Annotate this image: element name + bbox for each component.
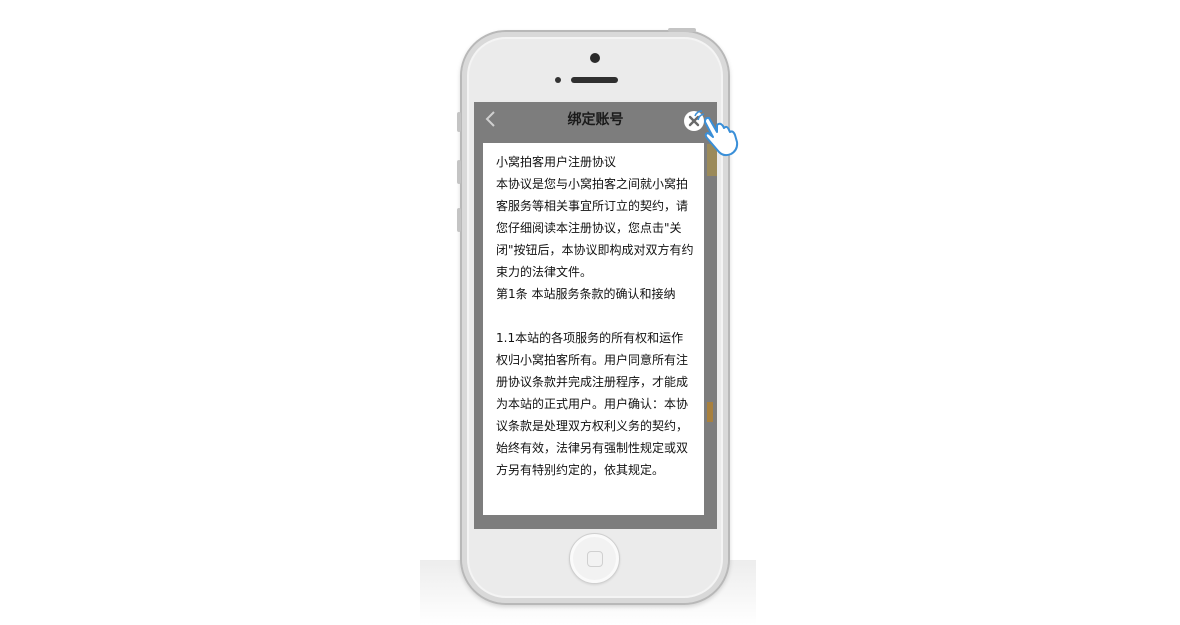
- volume-down-button: [457, 208, 461, 232]
- agreement-paragraph: 1.1本站的各项服务的所有权和运作权归小窝拍客所有。用户同意所有注册协议条款并完…: [496, 331, 689, 477]
- power-button: [668, 28, 696, 32]
- agreement-paragraph: 本协议是您与小窝拍客之间就小窝拍客服务等相关事宜所订立的契约，请您仔细阅读本注册…: [496, 177, 694, 279]
- title-bar: 绑定账号: [474, 102, 717, 138]
- phone-screen: 绑定账号 小窝拍客用户注册协议 本协议是您与小窝拍客之间就小窝拍客服务等相关事宜…: [474, 102, 717, 529]
- front-camera: [590, 53, 600, 63]
- earpiece-speaker: [571, 77, 618, 83]
- page-title: 绑定账号: [567, 112, 624, 128]
- background-edge: [707, 402, 713, 422]
- proximity-sensor: [555, 77, 561, 83]
- chevron-left-icon[interactable]: [484, 110, 502, 130]
- agreement-panel[interactable]: 小窝拍客用户注册协议 本协议是您与小窝拍客之间就小窝拍客服务等相关事宜所订立的契…: [483, 143, 704, 515]
- agreement-section-title: 第1条 本站服务条款的确认和接纳: [496, 287, 676, 301]
- volume-up-button: [457, 160, 461, 184]
- hand-pointer-icon: [693, 108, 743, 158]
- home-square-icon: [587, 551, 603, 567]
- mute-switch: [457, 112, 461, 132]
- agreement-heading: 小窝拍客用户注册协议: [496, 155, 617, 169]
